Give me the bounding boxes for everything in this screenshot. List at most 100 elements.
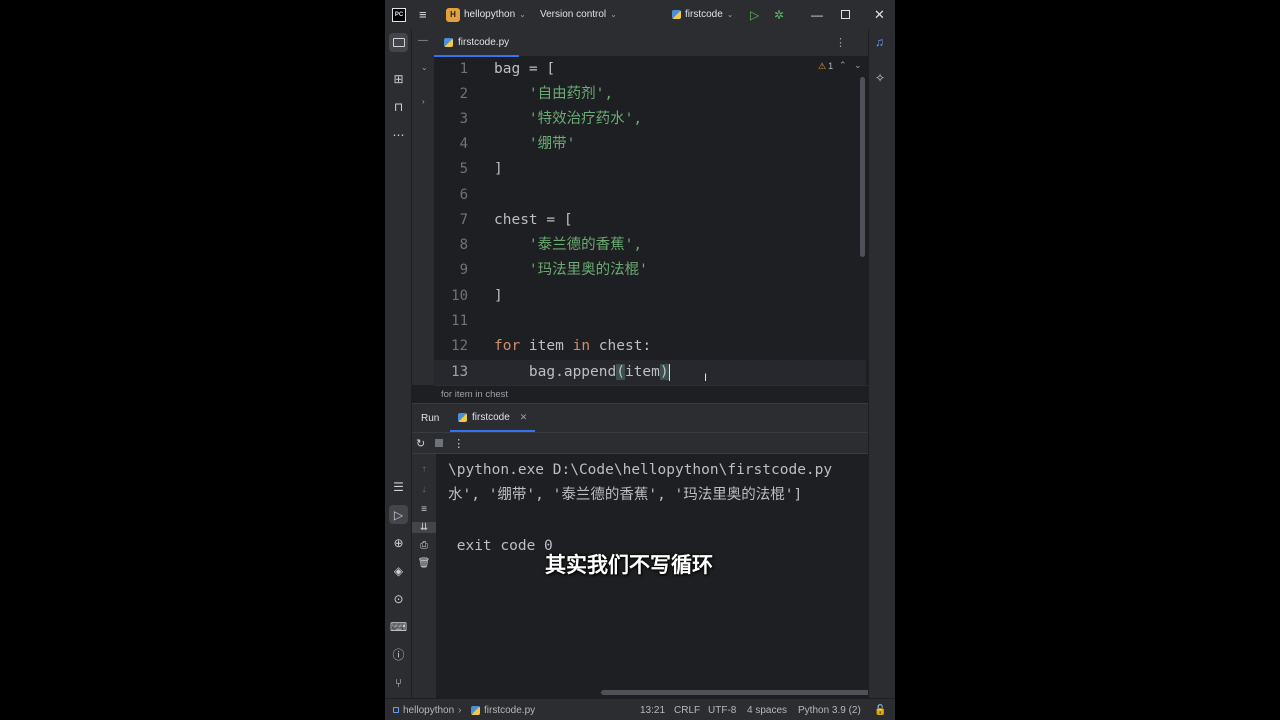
problems-tool-icon[interactable]: ⓘ — [389, 645, 408, 664]
line-number: 2 — [459, 86, 468, 102]
git-tool-icon[interactable]: ⑂ — [389, 673, 408, 692]
console-line: exit code 0 — [448, 538, 553, 554]
scroll-up-icon[interactable]: ↑ — [412, 464, 436, 475]
status-indent[interactable]: 4 spaces — [747, 699, 787, 720]
line-number: 3 — [459, 111, 468, 127]
text-caret — [668, 363, 671, 381]
status-project-label: hellopython — [403, 704, 455, 716]
app-logo[interactable]: PC — [392, 7, 406, 22]
debug-button[interactable]: ✲ — [774, 8, 784, 22]
vcs-menu[interactable]: Version control ⌄ — [540, 9, 617, 20]
python-file-icon — [471, 705, 480, 715]
status-encoding[interactable]: UTF-8 — [708, 699, 736, 720]
ai-assistant-icon[interactable]: ✧ — [875, 71, 885, 85]
bookmarks-tool-icon[interactable]: ⊓ — [389, 97, 408, 116]
run-side-toolbar: ↑ ↓ ≡ ⇊ ⎙ 🗑 — [412, 454, 436, 699]
line-number: 11 — [451, 313, 468, 329]
run-panel-header: Run firstcode ✕ — [412, 404, 868, 432]
code-line: bag = [ — [494, 61, 556, 77]
code-token: item — [624, 364, 660, 380]
line-number: 4 — [459, 136, 468, 152]
keyword: in — [572, 338, 591, 354]
chevron-down-icon: ⌄ — [726, 10, 734, 19]
breadcrumb[interactable]: for item in chest — [434, 385, 868, 403]
project-tool-icon[interactable] — [389, 33, 408, 52]
run-tool-icon[interactable]: ▷ — [389, 505, 408, 524]
paren-match: ( — [616, 364, 625, 380]
code-line: '玛法里奥的法棍' — [494, 262, 648, 278]
left-tool-stripe: ⊞ ⊓ ⋯ ☰ ▷ ⊕ ◈ ⊙ ⌨ ⓘ ⑂ — [385, 29, 412, 698]
structure-tool-icon[interactable]: ⊞ — [389, 69, 408, 88]
run-tab-label: firstcode — [472, 411, 510, 423]
line-number: 9 — [459, 262, 468, 278]
status-project[interactable]: hellopython › — [393, 699, 462, 720]
line-number: 12 — [451, 338, 468, 354]
line-number: 7 — [459, 212, 468, 228]
run-panel-title: Run — [421, 412, 440, 424]
status-line-separator[interactable]: CRLF — [674, 699, 700, 720]
project-selector[interactable]: H hellopython ⌄ — [446, 7, 526, 22]
project-name: hellopython — [464, 9, 516, 20]
code-token: bag.append — [494, 364, 617, 380]
scroll-down-icon[interactable]: ↓ — [412, 484, 436, 495]
run-tab-firstcode[interactable]: firstcode ✕ — [450, 404, 536, 432]
keyword: for — [494, 338, 521, 354]
layers-tool-icon[interactable]: ◈ — [389, 561, 408, 580]
run-config-selector[interactable]: firstcode ⌄ — [672, 9, 734, 20]
mouse-cursor-icon: I — [704, 372, 708, 384]
module-icon — [393, 707, 399, 713]
run-config-name: firstcode — [685, 9, 723, 20]
ide-window: PC ≡ H hellopython ⌄ Version control ⌄ f… — [385, 0, 895, 720]
lock-icon[interactable]: 🔓 — [874, 699, 886, 720]
chevron-right-icon[interactable]: › — [422, 97, 425, 106]
more-tools-icon[interactable]: ⋯ — [389, 125, 408, 144]
line-number-gutter: 1 2 3 4 5 6 7 8 9 10 11 12 13 — [434, 57, 484, 385]
run-button[interactable]: ▷ — [750, 8, 759, 22]
code-token: item — [520, 338, 573, 354]
scroll-to-end-icon[interactable]: ⇊ — [412, 522, 436, 533]
editor-tab-label: firstcode.py — [458, 36, 510, 48]
vertical-scrollbar[interactable] — [860, 77, 865, 257]
todo-tool-icon[interactable]: ☰ — [389, 477, 408, 496]
main-menu-icon[interactable]: ≡ — [419, 7, 427, 22]
line-number: 5 — [459, 161, 468, 177]
code-editor[interactable]: 1 2 3 4 5 6 7 8 9 10 11 12 13 bag = [ '自… — [434, 57, 868, 385]
maximize-button[interactable] — [841, 10, 850, 19]
line-number-current: 13 — [451, 364, 468, 380]
soft-wrap-icon[interactable]: ≡ — [412, 504, 436, 515]
collapse-icon[interactable]: — — [418, 35, 428, 46]
previous-highlight-icon[interactable]: ⌃ — [839, 60, 847, 71]
rerun-icon[interactable]: ↻ — [416, 437, 425, 450]
code-line: ] — [494, 161, 503, 177]
run-toolbar: ↻ ⋮ — [412, 432, 868, 454]
terminal-tool-icon[interactable]: ⌨ — [389, 617, 408, 636]
console-line: 水', '绷带', '泰兰德的香蕉', '玛法里奥的法棍'] — [448, 487, 803, 503]
close-tab-icon[interactable]: ✕ — [520, 412, 528, 423]
chevron-down-icon: ⌄ — [519, 10, 526, 19]
horizontal-scrollbar[interactable] — [601, 690, 868, 695]
status-position[interactable]: 13:21 — [640, 699, 665, 720]
stop-icon[interactable] — [435, 439, 444, 447]
breadcrumb-item[interactable]: for item in chest — [441, 389, 508, 400]
minimize-button[interactable]: — — [811, 8, 823, 22]
print-icon[interactable]: ⎙ — [412, 540, 436, 551]
chevron-down-icon[interactable]: ⌄ — [421, 63, 428, 72]
line-number: 6 — [459, 187, 468, 203]
code-token: chest: — [590, 338, 652, 354]
status-file[interactable]: firstcode.py — [471, 699, 535, 720]
close-button[interactable]: ✕ — [874, 7, 885, 23]
editor-tab-firstcode[interactable]: firstcode.py — [434, 29, 520, 57]
tab-options-icon[interactable]: ⋮ — [835, 36, 846, 49]
more-options-icon[interactable]: ⋮ — [453, 437, 464, 450]
code-line: ] — [494, 288, 503, 304]
python-icon — [458, 412, 467, 422]
python-packages-icon[interactable]: ⊕ — [389, 533, 408, 552]
next-highlight-icon[interactable]: ⌄ — [854, 60, 862, 71]
trash-icon[interactable]: 🗑 — [412, 558, 436, 569]
warning-indicator[interactable]: ⚠ 1 — [818, 61, 833, 72]
status-interpreter[interactable]: Python 3.9 (2) — [798, 699, 861, 720]
notifications-icon[interactable]: ♫ — [875, 35, 884, 49]
console-line: \python.exe D:\Code\hellopython\firstcod… — [448, 462, 833, 478]
code-line-current: bag.append(item) — [494, 360, 671, 385]
services-tool-icon[interactable]: ⊙ — [389, 589, 408, 608]
